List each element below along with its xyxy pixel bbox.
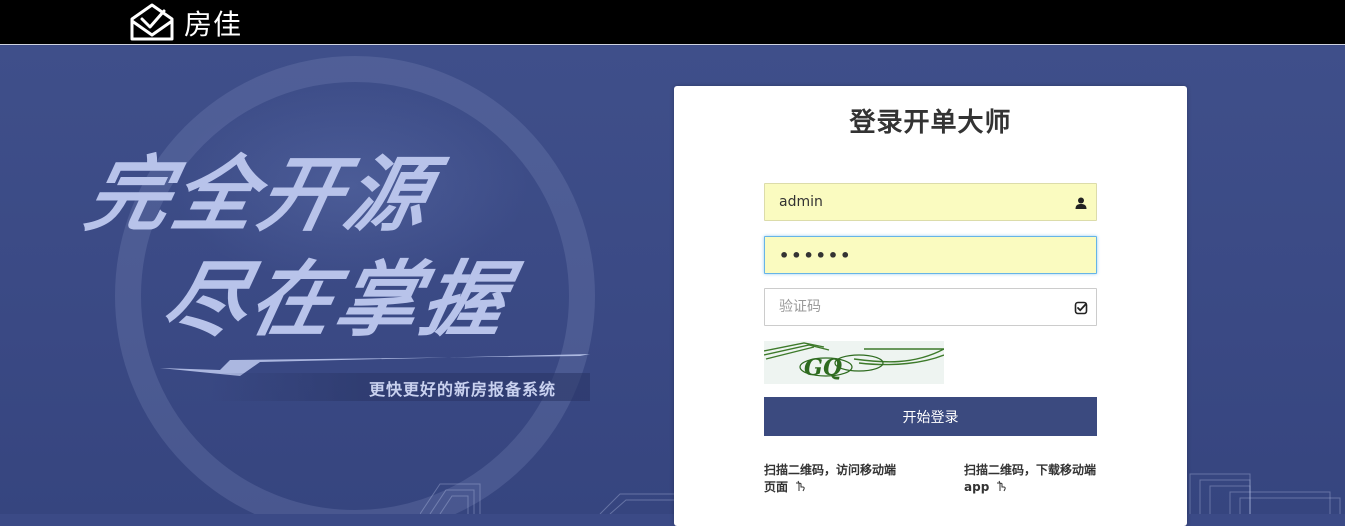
check-square-icon: [1074, 300, 1088, 315]
qr-mobile-app-label: 扫描二维码，下载移动端app: [964, 463, 1097, 494]
qr-mobile-app-link[interactable]: 扫描二维码，下载移动端app: [964, 462, 1099, 496]
user-icon: [1074, 195, 1088, 209]
captcha-image[interactable]: GQ: [763, 341, 945, 384]
username-input[interactable]: [765, 184, 1096, 220]
pointing-hand-icon: [995, 480, 1007, 492]
login-button[interactable]: 开始登录: [764, 397, 1097, 436]
password-input[interactable]: [765, 237, 1096, 273]
captcha-field[interactable]: [764, 288, 1097, 326]
pointing-hand-icon: [794, 480, 806, 492]
brand[interactable]: 房佳: [128, 3, 242, 43]
slogan-subtitle: 更快更好的新房报备系统: [369, 380, 557, 399]
login-panel: 登录开单大师 admin •••••• 验证码 GQ 开始登录 扫描二维码，访问…: [674, 86, 1187, 526]
captcha-input[interactable]: [765, 289, 1096, 325]
house-check-logo-icon: [128, 1, 176, 45]
slogan-line1: 完全开源: [78, 148, 443, 243]
username-field[interactable]: [764, 183, 1097, 221]
slogan-line2: 尽在掌握: [155, 253, 520, 348]
decorative-lines-right: [1189, 473, 1341, 514]
login-title: 登录开单大师: [849, 108, 1012, 138]
brand-name: 房佳: [184, 8, 243, 41]
slogan-swoosh: [160, 354, 590, 376]
qr-mobile-page-label: 扫描二维码，访问移动端页面: [764, 463, 897, 494]
top-bar: 房佳: [0, 0, 1345, 45]
qr-mobile-page-link[interactable]: 扫描二维码，访问移动端页面: [764, 462, 899, 496]
password-field[interactable]: [764, 236, 1097, 274]
decorative-lines: [420, 483, 680, 514]
